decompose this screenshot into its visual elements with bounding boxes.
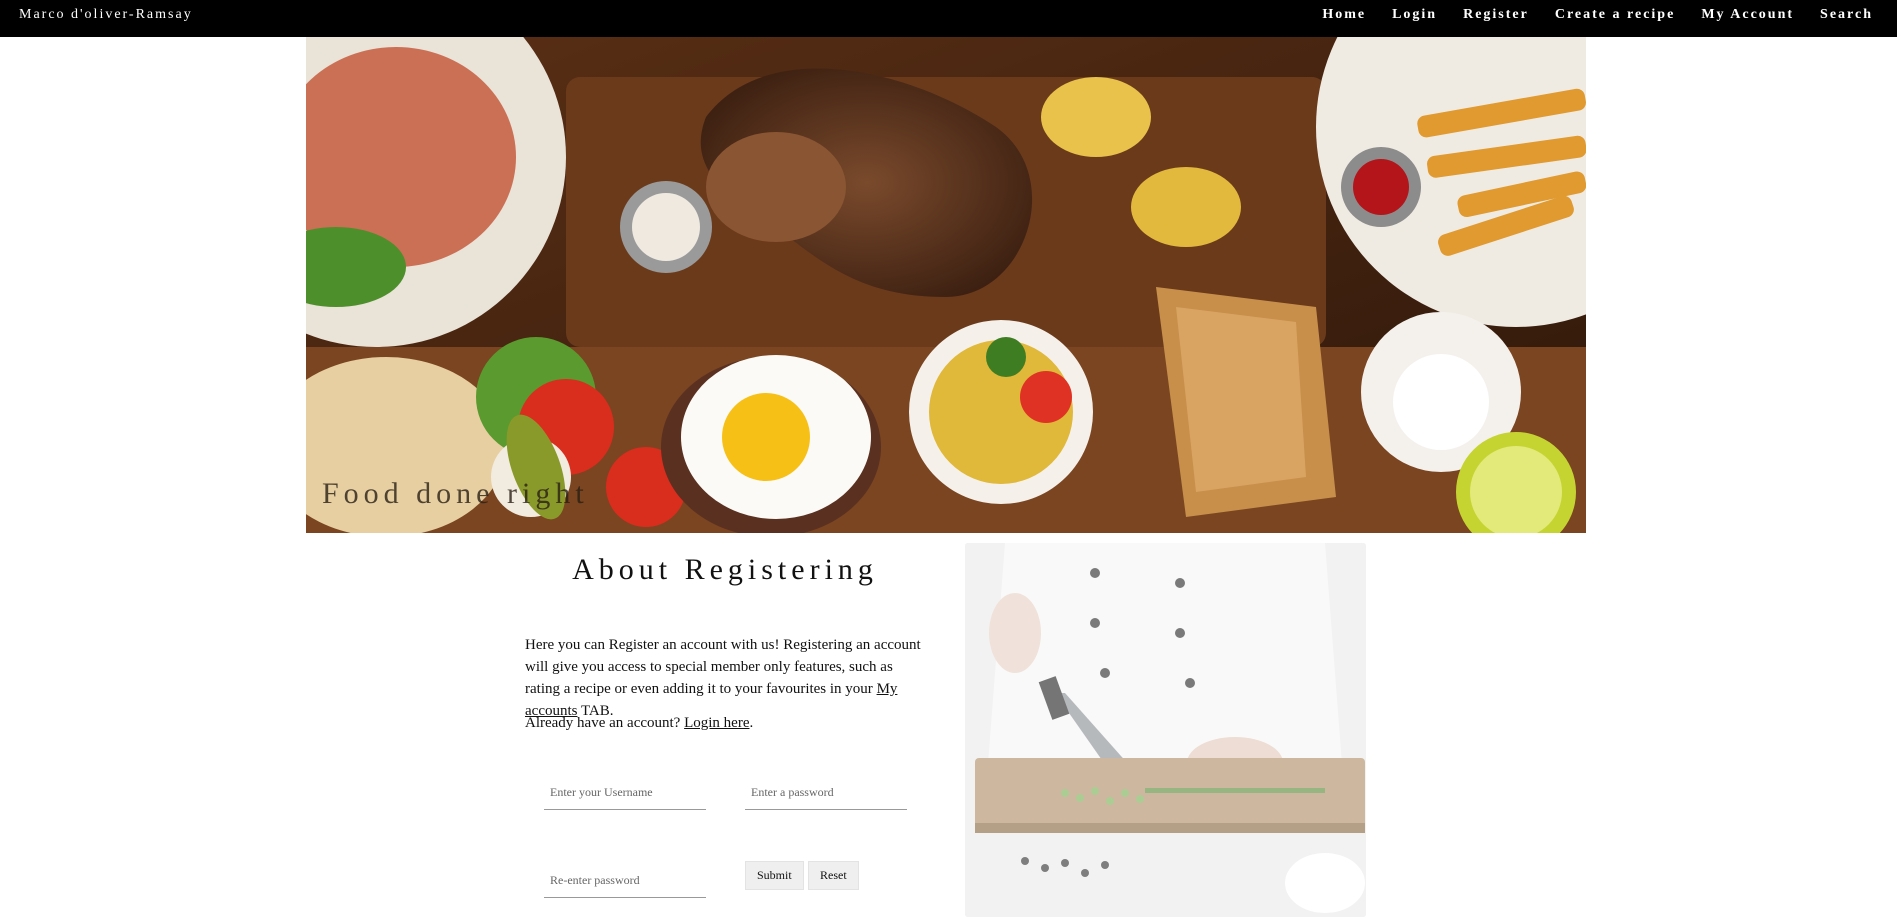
reenter-password-field[interactable] — [544, 864, 706, 898]
chef-image — [965, 543, 1366, 917]
login-prompt-suffix: . — [749, 715, 754, 731]
hero-banner: Food done right — [306, 37, 1586, 533]
hero-caption: Food done right — [322, 477, 589, 510]
username-field[interactable] — [544, 776, 706, 810]
reset-button[interactable]: Reset — [808, 861, 859, 890]
nav-my-account[interactable]: My Account — [1701, 7, 1794, 23]
top-navbar: Marco d'oliver-Ramsay Home Login Registe… — [0, 0, 1897, 37]
nav-links: Home Login Register Create a recipe My A… — [1296, 7, 1873, 23]
chef-cutting-image — [965, 543, 1366, 917]
submit-button[interactable]: Submit — [745, 861, 804, 890]
nav-home[interactable]: Home — [1322, 7, 1366, 23]
password-field[interactable] — [745, 776, 907, 810]
nav-search[interactable]: Search — [1820, 7, 1873, 23]
about-intro-text: Here you can Register an account with us… — [525, 637, 921, 697]
login-prompt: Already have an account? Login here. — [525, 712, 925, 734]
hero-food-image — [306, 37, 1586, 533]
nav-register[interactable]: Register — [1463, 7, 1529, 23]
about-title: About Registering — [572, 553, 878, 586]
about-intro: Here you can Register an account with us… — [525, 634, 925, 722]
nav-create-recipe[interactable]: Create a recipe — [1555, 7, 1675, 23]
login-here-link[interactable]: Login here — [684, 715, 749, 731]
nav-login[interactable]: Login — [1392, 7, 1437, 23]
login-prompt-text: Already have an account? — [525, 715, 685, 731]
brand-link[interactable]: Marco d'oliver-Ramsay — [19, 7, 193, 23]
about-registering-section: About Registering Here you can Register … — [525, 540, 925, 731]
